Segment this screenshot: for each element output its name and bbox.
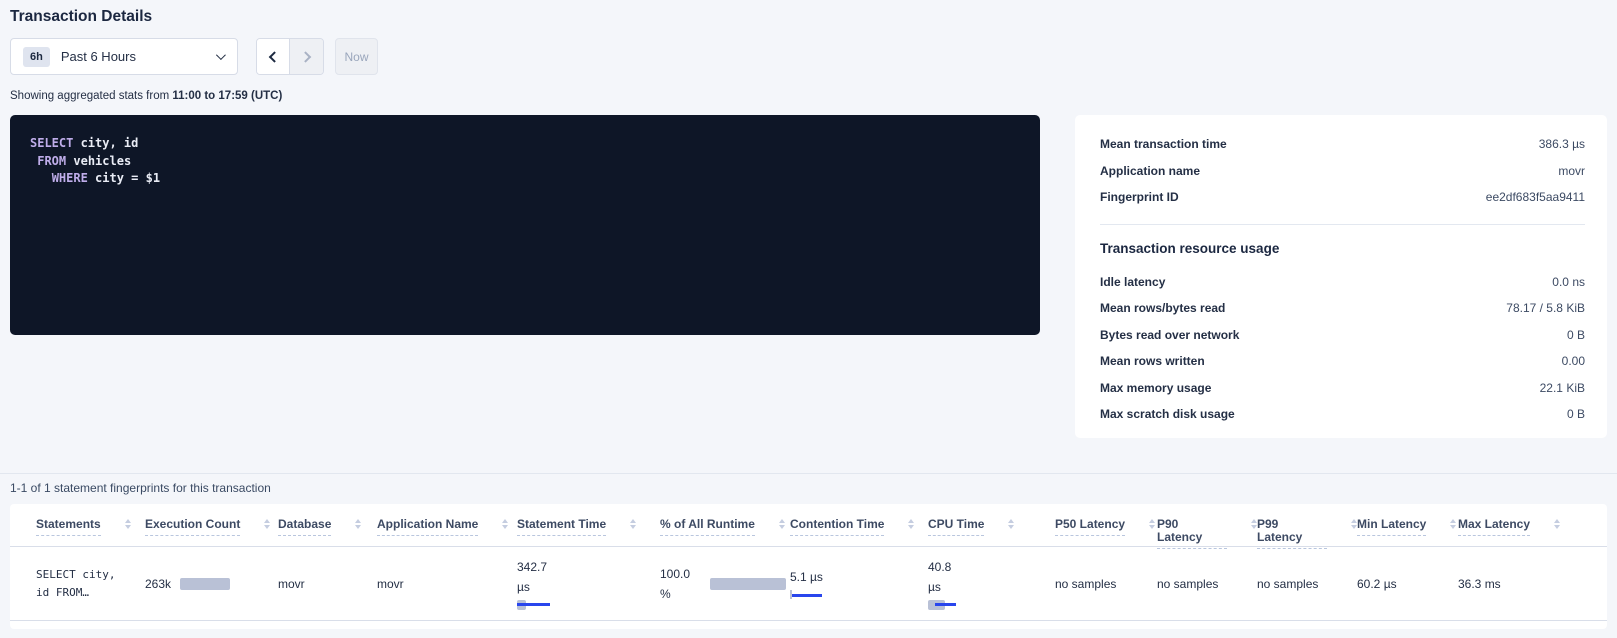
application-name-value: movr	[377, 577, 517, 591]
summary-value: 386.3 µs	[1539, 137, 1585, 151]
summary-label: Mean rows written	[1100, 354, 1205, 368]
summary-value: 78.17 / 5.8 KiB	[1506, 301, 1585, 315]
p90-latency-value: no samples	[1157, 577, 1257, 591]
column-header-database[interactable]: Database	[278, 518, 377, 536]
sort-icon[interactable]	[908, 518, 914, 529]
transaction-summary-card: Mean transaction time 386.3 µs Applicati…	[1075, 115, 1607, 438]
summary-row: Max scratch disk usage 0 B	[1100, 401, 1585, 428]
sql-line: FROM vehicles	[30, 153, 1020, 171]
summary-label: Mean transaction time	[1100, 137, 1227, 151]
summary-label: Fingerprint ID	[1100, 190, 1179, 204]
column-header-application-name[interactable]: Application Name	[377, 518, 517, 536]
chevron-down-icon	[216, 50, 226, 60]
sort-icon[interactable]	[630, 518, 636, 529]
sort-icon[interactable]	[1554, 518, 1560, 529]
time-controls: 6h Past 6 Hours Now	[10, 38, 1607, 75]
summary-value: 0 B	[1567, 407, 1585, 421]
summary-row: Mean transaction time 386.3 µs	[1100, 131, 1585, 158]
now-button[interactable]: Now	[335, 38, 378, 75]
min-latency-value: 60.2 µs	[1357, 577, 1458, 591]
summary-value: 0.00	[1562, 354, 1585, 368]
statements-table-header: Statements Execution Count Database Appl…	[10, 504, 1607, 547]
summary-row: Application name movr	[1100, 158, 1585, 185]
column-header-p99-latency[interactable]: P99 Latency	[1257, 518, 1357, 549]
statement-time-bar	[517, 600, 550, 611]
summary-value: ee2df683f5aa9411	[1486, 190, 1585, 204]
chevron-right-icon	[299, 51, 310, 62]
sql-line: WHERE city = $1	[30, 170, 1020, 188]
time-nav-group	[256, 38, 324, 75]
summary-value: 22.1 KiB	[1540, 381, 1585, 395]
p50-latency-value: no samples	[1055, 577, 1157, 591]
statements-table: Statements Execution Count Database Appl…	[10, 504, 1607, 629]
column-header-p50-latency[interactable]: P50 Latency	[1055, 518, 1157, 536]
sort-icon[interactable]	[264, 518, 270, 529]
contention-time-bar	[790, 590, 822, 600]
statement-link[interactable]: SELECT city, id FROM…	[36, 566, 145, 602]
summary-row: Fingerprint ID ee2df683f5aa9411	[1100, 184, 1585, 211]
summary-row: Mean rows/bytes read 78.17 / 5.8 KiB	[1100, 295, 1585, 322]
sort-icon[interactable]	[355, 518, 361, 529]
cpu-time-bar	[928, 600, 956, 611]
column-header-execution-count[interactable]: Execution Count	[145, 518, 278, 536]
time-range-dropdown[interactable]: 6h Past 6 Hours	[10, 38, 238, 75]
summary-value: movr	[1558, 164, 1585, 178]
divider	[0, 473, 1617, 474]
summary-row: Mean rows written 0.00	[1100, 348, 1585, 375]
sort-icon[interactable]	[1149, 518, 1155, 529]
sort-icon[interactable]	[125, 518, 131, 529]
column-header-statement-time[interactable]: Statement Time	[517, 518, 660, 536]
sql-statement-box: SELECT city, id FROM vehicles WHERE city…	[10, 115, 1040, 335]
column-header-max-latency[interactable]: Max Latency	[1458, 518, 1607, 536]
statements-count-caption: 1-1 of 1 statement fingerprints for this…	[10, 481, 1607, 495]
database-value: movr	[278, 577, 377, 591]
column-header-p90-latency[interactable]: P90 Latency	[1157, 518, 1257, 549]
summary-row: Max memory usage 22.1 KiB	[1100, 375, 1585, 402]
column-header-contention-time[interactable]: Contention Time	[790, 518, 928, 536]
column-header-min-latency[interactable]: Min Latency	[1357, 518, 1458, 536]
column-header-statements[interactable]: Statements	[36, 518, 145, 536]
chevron-left-icon	[269, 51, 280, 62]
page-title: Transaction Details	[10, 8, 1607, 26]
summary-label: Idle latency	[1100, 275, 1165, 289]
divider	[1100, 224, 1585, 225]
column-header-pct-of-all-runtime[interactable]: % of All Runtime	[660, 518, 790, 536]
pct-of-runtime-value: 100.0 %	[660, 564, 704, 604]
summary-label: Max memory usage	[1100, 381, 1211, 395]
statement-time-value: 342.7 µs	[517, 557, 559, 597]
aggregated-stats-caption: Showing aggregated stats from 11:00 to 1…	[10, 90, 1607, 102]
execution-count-value: 263k	[145, 577, 171, 591]
contention-time-value: 5.1 µs	[790, 567, 928, 587]
sql-line: SELECT city, id	[30, 135, 1020, 153]
sort-icon[interactable]	[1450, 518, 1456, 529]
sort-icon[interactable]	[779, 518, 785, 529]
summary-row: Bytes read over network 0 B	[1100, 322, 1585, 349]
time-range-badge: 6h	[23, 47, 50, 67]
cpu-time-value: 40.8 µs	[928, 557, 962, 597]
summary-label: Bytes read over network	[1100, 328, 1239, 342]
execution-count-bar	[180, 578, 230, 590]
next-interval-button[interactable]	[290, 39, 323, 74]
sort-icon[interactable]	[502, 518, 508, 529]
summary-label: Application name	[1100, 164, 1200, 178]
p99-latency-value: no samples	[1257, 577, 1357, 591]
previous-interval-button[interactable]	[257, 39, 290, 74]
pct-of-runtime-bar	[710, 578, 786, 590]
sort-icon[interactable]	[1008, 518, 1014, 529]
summary-label: Mean rows/bytes read	[1100, 301, 1225, 315]
column-header-cpu-time[interactable]: CPU Time	[928, 518, 1055, 536]
statement-row: SELECT city, id FROM… 263k movr movr 342…	[10, 547, 1607, 621]
max-latency-value: 36.3 ms	[1458, 577, 1607, 591]
summary-value: 0 B	[1567, 328, 1585, 342]
summary-row: Idle latency 0.0 ns	[1100, 269, 1585, 296]
time-range-label: Past 6 Hours	[61, 49, 136, 64]
summary-value: 0.0 ns	[1552, 275, 1585, 289]
summary-label: Max scratch disk usage	[1100, 407, 1235, 421]
resource-usage-section-title: Transaction resource usage	[1100, 241, 1585, 256]
